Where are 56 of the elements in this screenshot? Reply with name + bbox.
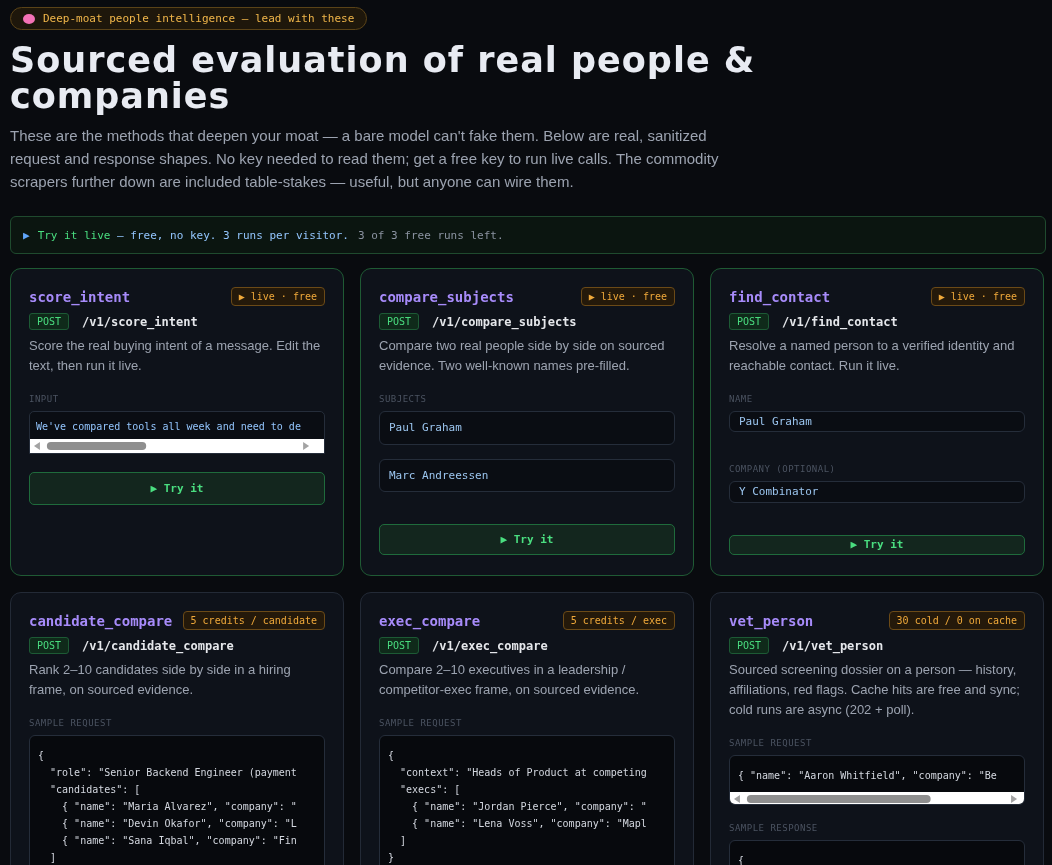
endpoint-path: /v1/find_contact — [782, 314, 898, 329]
method-description: Compare two real people side by side on sourced evidence. Two well-known names pre-filled. — [379, 337, 666, 375]
price-tag: 5 credits / candidate — [182, 611, 325, 630]
input-field[interactable]: Paul Graham — [379, 411, 675, 445]
section-label: SAMPLE REQUEST — [379, 718, 463, 728]
method-name: exec_compare — [379, 612, 481, 629]
endpoint-path: /v1/vet_person — [782, 638, 884, 653]
intro-paragraph: These are the methods that deepen your moat — a bare model can't fake them. Below are real, sanitized request and response shapes. No key needed to read them; get a free key to run live calls. The commodity scrapers further down are included table-stakes — useful, but anyone can wire them. — [10, 126, 720, 192]
price-tag: ▶ live · free — [580, 287, 675, 306]
section-label: SAMPLE RESPONSE — [729, 822, 819, 833]
endpoint-path: /v1/candidate_compare — [82, 638, 234, 653]
http-method-badge: POST — [29, 313, 70, 330]
price-tag: ▶ live · free — [930, 287, 1025, 306]
method-description: Sourced screening dossier on a person — history, affiliations, red flags. Cache hits are free and sync; cold runs are async (202 + poll). — [729, 661, 1021, 719]
method-description: Resolve a named person to a verified identity and reachable contact. Run it live. — [729, 337, 1016, 375]
input-field[interactable]: Y Combinator — [729, 481, 1025, 503]
live-banner-text: Try it live — free, no key. 3 runs per visitor. — [37, 228, 349, 242]
eyebrow-text: Deep-moat people intelligence — lead with these — [43, 12, 355, 25]
try-it-button[interactable]: ▶ Try it — [379, 524, 675, 555]
section-label: SAMPLE REQUEST — [29, 718, 113, 728]
message-textarea[interactable]: We've compared tools all week and need to de — [29, 411, 325, 454]
try-it-button[interactable]: ▶ Try it — [729, 534, 1025, 555]
method-name: score_intent — [29, 288, 131, 305]
code-text: { "name": "Aaron Whitfield", "company": "Be — [737, 769, 998, 783]
section-label: NAME — [729, 394, 754, 404]
http-method-badge: POST — [729, 637, 770, 654]
page-title: Sourced evaluation of real people & companies — [10, 42, 757, 114]
method-description: Score the real buying intent of a message. Edit the text, then run it live. — [29, 337, 322, 375]
play-icon: ▶ — [23, 228, 30, 242]
runs-left-text: 3 of 3 free runs left. — [357, 228, 504, 242]
input-field[interactable]: Marc Andreessen — [379, 458, 675, 493]
section-label: SUBJECTS — [379, 394, 428, 404]
http-method-badge: POST — [379, 313, 420, 330]
method-name: compare_subjects — [379, 288, 514, 305]
endpoint-path: /v1/score_intent — [82, 314, 198, 329]
section-label: INPUT — [29, 394, 60, 404]
section-label: SAMPLE REQUEST — [729, 738, 813, 748]
method-name: candidate_compare — [29, 612, 173, 629]
price-tag: 30 cold / 0 on cache — [888, 611, 1025, 630]
section-label: COMPANY (OPTIONAL) — [729, 464, 837, 475]
code-text: { — [737, 853, 746, 865]
method-name: find_contact — [729, 288, 831, 305]
http-method-badge: POST — [379, 637, 420, 654]
code-text: { "context": "Heads of Product at competing "execs": [ { "name": "Jordan Pierce", "company": " { "name": "Lena Voss", "company": "Mapl ] } — [387, 749, 648, 865]
http-method-badge: POST — [29, 637, 70, 654]
price-tag: 5 credits / exec — [562, 611, 675, 630]
endpoint-path: /v1/compare_subjects — [432, 314, 577, 329]
endpoint-path: /v1/exec_compare — [432, 638, 548, 653]
method-name: vet_person — [729, 612, 814, 629]
input-field[interactable]: Paul Graham — [729, 411, 1025, 433]
method-description: Rank 2–10 candidates side by side in a hiring frame, on sourced evidence. — [29, 661, 292, 699]
price-tag: ▶ live · free — [230, 287, 325, 306]
http-method-badge: POST — [729, 313, 770, 330]
code-text: { "role": "Senior Backend Engineer (payment "candidates": [ { "name": "Maria Alvarez", "company": " { "name": "Devin Okafor", "company": "L { "name": "Sana Iqbal", "company": "Fin ] — [37, 749, 298, 865]
try-it-button[interactable]: ▶ Try it — [29, 472, 325, 505]
method-description: Compare 2–10 executives in a leadership / competitor-exec frame, on sourced evidence. — [379, 661, 641, 699]
